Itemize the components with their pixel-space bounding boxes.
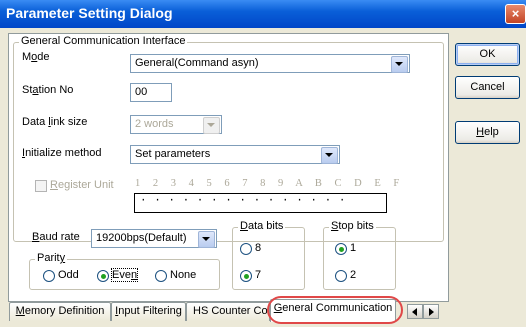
help-button[interactable]: Help bbox=[455, 121, 520, 144]
mode-select[interactable]: General(Command asyn) bbox=[130, 54, 410, 73]
chevron-down-icon[interactable] bbox=[198, 231, 215, 248]
mode-value: General(Command asyn) bbox=[135, 57, 259, 69]
cancel-button[interactable]: Cancel bbox=[455, 76, 520, 99]
parity-odd-radio[interactable] bbox=[43, 270, 55, 282]
stop-bits-legend: Stop bits bbox=[329, 220, 376, 232]
close-button[interactable]: × bbox=[505, 4, 526, 24]
station-no-label: Station No bbox=[22, 84, 74, 96]
register-unit-label: Register Unit bbox=[50, 179, 114, 191]
data-link-size-value: 2 words bbox=[135, 118, 174, 130]
tab-input-filtering[interactable]: Input Filtering bbox=[111, 302, 186, 321]
close-icon: × bbox=[511, 6, 520, 21]
highlight-callout bbox=[267, 296, 403, 324]
station-no-input[interactable]: 00 bbox=[130, 83, 172, 102]
register-bits-field[interactable]: ··············· bbox=[134, 193, 387, 213]
baud-rate-label: Baud rate bbox=[32, 231, 80, 243]
tab-hs-counter-config[interactable]: HS Counter Confi bbox=[186, 302, 270, 321]
stop-bits-1-radio[interactable] bbox=[335, 243, 347, 255]
parity-even-radio[interactable] bbox=[97, 270, 109, 282]
data-bits-8-label: 8 bbox=[255, 242, 262, 254]
data-bits-legend: Data bits bbox=[238, 220, 286, 232]
stop-bits-group bbox=[323, 227, 396, 290]
data-bits-7-label: 7 bbox=[255, 269, 262, 281]
parity-none-radio[interactable] bbox=[155, 270, 167, 282]
register-unit-checkbox[interactable] bbox=[35, 180, 47, 192]
stop-bits-2-label: 2 bbox=[350, 269, 357, 281]
parity-odd-label: Odd bbox=[58, 269, 79, 281]
stop-bits-2-radio[interactable] bbox=[335, 270, 347, 282]
title-bar: Parameter Setting Dialog × bbox=[0, 0, 526, 28]
data-bits-7-radio[interactable] bbox=[240, 270, 252, 282]
initialize-method-value: Set parameters bbox=[135, 148, 211, 160]
data-link-size-label: Data link size bbox=[22, 116, 88, 128]
parity-none-label: None bbox=[170, 269, 197, 281]
ok-button[interactable]: OK bbox=[455, 43, 520, 66]
data-link-size-select[interactable]: 2 words bbox=[130, 115, 222, 134]
tab-scroll-left-button[interactable] bbox=[407, 304, 423, 319]
tab-scroll-right-button[interactable] bbox=[423, 304, 439, 319]
tab-memory-definition[interactable]: Memory Definition bbox=[9, 302, 111, 321]
mode-label: Mode bbox=[22, 51, 50, 63]
initialize-method-select[interactable]: Set parameters bbox=[130, 145, 340, 164]
chevron-down-icon[interactable] bbox=[203, 117, 220, 134]
baud-rate-select[interactable]: 19200bps(Default) bbox=[91, 229, 217, 248]
arrow-right-icon bbox=[429, 308, 434, 316]
window-title: Parameter Setting Dialog bbox=[6, 5, 173, 21]
parity-even-label: Even bbox=[110, 268, 139, 282]
parity-legend: Parity bbox=[35, 252, 68, 264]
stop-bits-1-label: 1 bbox=[350, 242, 357, 254]
initialize-method-label: Initialize method bbox=[22, 147, 102, 159]
baud-rate-value: 19200bps(Default) bbox=[96, 232, 187, 244]
chevron-down-icon[interactable] bbox=[321, 147, 338, 164]
arrow-left-icon bbox=[412, 308, 417, 316]
data-bits-8-radio[interactable] bbox=[240, 243, 252, 255]
chevron-down-icon[interactable] bbox=[391, 56, 408, 73]
general-communication-legend: General Communication Interface bbox=[19, 35, 188, 47]
register-bit-letters: 1 2 3 4 5 6 7 8 9 A B C D E F bbox=[135, 178, 405, 189]
